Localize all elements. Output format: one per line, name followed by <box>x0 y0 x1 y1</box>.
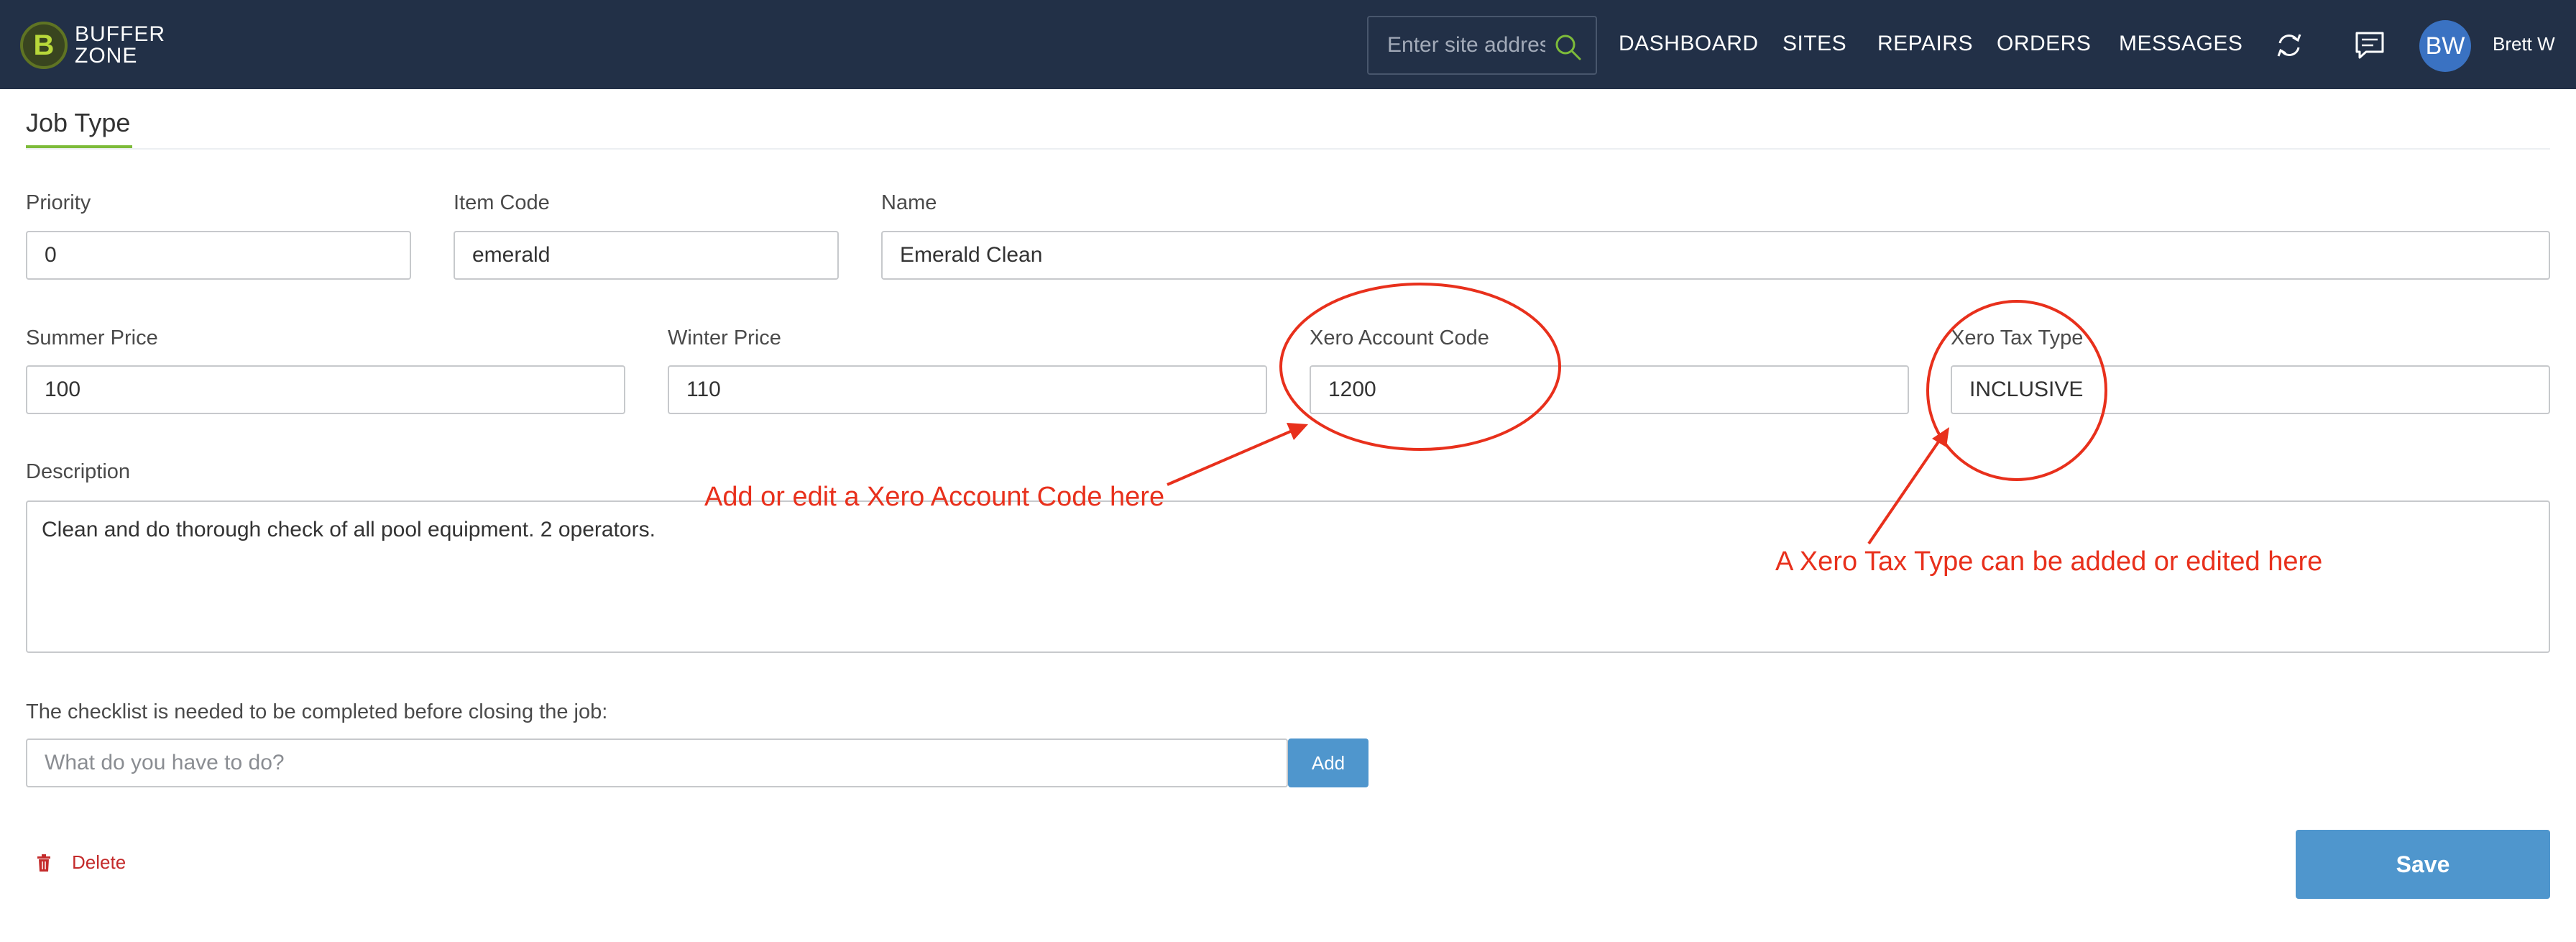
logo-line-1: BUFFER <box>75 22 165 46</box>
checklist-label: The checklist is needed to be completed … <box>26 700 608 723</box>
nav-repairs[interactable]: REPAIRS <box>1877 32 1973 56</box>
checklist-input[interactable] <box>26 738 1288 787</box>
xero-tax-type-label: Xero Tax Type <box>1951 326 2084 349</box>
item-code-label: Item Code <box>454 191 550 214</box>
buffer-zone-logo[interactable]: B BUFFER ZONE <box>20 22 165 69</box>
save-button[interactable]: Save <box>2296 830 2550 899</box>
priority-label: Priority <box>26 191 91 214</box>
account-code-arrow <box>1167 429 1294 486</box>
chat-icon[interactable] <box>2352 27 2388 63</box>
trash-icon <box>37 854 50 872</box>
page-title: Job Type <box>26 108 131 137</box>
sync-icon[interactable] <box>2271 27 2307 63</box>
description-label: Description <box>26 460 131 483</box>
delete-label: Delete <box>72 851 126 873</box>
winter-price-field[interactable] <box>668 365 1267 414</box>
avatar[interactable]: BW <box>2419 20 2471 72</box>
tax-type-annotation-text: A Xero Tax Type can be added or edited h… <box>1775 547 2323 577</box>
winter-price-label: Winter Price <box>668 326 781 349</box>
account-code-arrowhead <box>1287 423 1308 440</box>
tax-type-arrowhead <box>1932 427 1949 447</box>
title-divider <box>26 148 2550 150</box>
nav-messages[interactable]: MESSAGES <box>2119 32 2242 56</box>
name-label: Name <box>881 191 937 214</box>
xero-account-code-label: Xero Account Code <box>1310 326 1489 349</box>
search-icon[interactable] <box>1552 32 1583 62</box>
summer-price-label: Summer Price <box>26 326 158 349</box>
nav-sites[interactable]: SITES <box>1782 32 1846 56</box>
site-search <box>1367 16 1597 75</box>
nav-orders[interactable]: ORDERS <box>1997 32 2091 56</box>
xero-tax-type-field[interactable] <box>1951 365 2550 414</box>
account-code-annotation-text: Add or edit a Xero Account Code here <box>704 482 1165 512</box>
logo-mark-icon: B <box>20 22 68 69</box>
username[interactable]: Brett W <box>2493 33 2555 55</box>
priority-field[interactable] <box>26 231 411 280</box>
delete-button[interactable]: Delete <box>36 851 126 874</box>
annotation-overlay <box>1167 283 2107 545</box>
xero-account-code-field[interactable] <box>1310 365 1909 414</box>
item-code-field[interactable] <box>454 231 839 280</box>
summer-price-field[interactable] <box>26 365 625 414</box>
site-search-input[interactable] <box>1387 30 1545 60</box>
top-navigation-bar: B BUFFER ZONE DASHBOARD SITES REPAIRS OR… <box>0 0 2576 89</box>
logo-line-2: ZONE <box>75 44 138 68</box>
logo-text: BUFFER ZONE <box>75 24 165 67</box>
nav-dashboard[interactable]: DASHBOARD <box>1619 32 1759 56</box>
name-field[interactable] <box>881 231 2550 280</box>
add-checklist-item-button[interactable]: Add <box>1288 738 1368 787</box>
